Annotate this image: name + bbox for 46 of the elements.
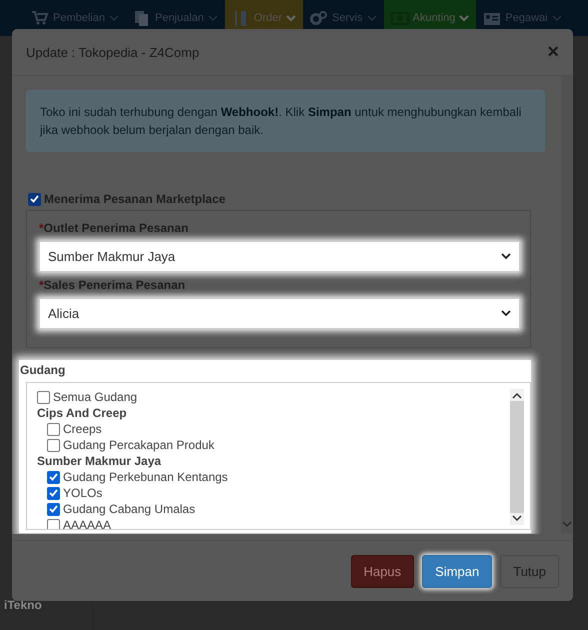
chevron-down-icon bbox=[208, 14, 218, 22]
chevron-down-icon bbox=[501, 253, 511, 260]
checkbox[interactable] bbox=[47, 422, 60, 436]
checkbox[interactable] bbox=[47, 518, 60, 529]
warehouse-option[interactable]: YOLOs bbox=[63, 486, 102, 500]
scrollbar[interactable] bbox=[510, 389, 524, 525]
chevron-down-icon bbox=[501, 310, 511, 317]
checkbox-label: Menerima Pesanan Marketplace bbox=[44, 192, 226, 206]
documents-icon bbox=[132, 10, 151, 26]
group-heading: Cips And Creep bbox=[37, 406, 127, 420]
info-alert: Toko ini sudah terhubung dengan Webhook!. Klik Simpan untuk menghubungkan kembali jika webhook belum berjalan dengan baik. bbox=[26, 90, 545, 152]
chevron-down-icon bbox=[459, 14, 470, 22]
save-button[interactable]: Simpan bbox=[422, 554, 492, 588]
delete-button[interactable]: Hapus bbox=[350, 554, 414, 588]
close-button[interactable]: Tutup bbox=[500, 554, 559, 588]
chevron-down-icon bbox=[552, 14, 562, 22]
scroll-up-icon[interactable] bbox=[512, 392, 522, 399]
group-heading: Sumber Makmur Jaya bbox=[37, 454, 162, 468]
checkbox[interactable] bbox=[47, 502, 60, 516]
checkbox[interactable] bbox=[28, 192, 41, 206]
checkbox[interactable] bbox=[47, 486, 60, 500]
warehouse-option[interactable]: Creeps bbox=[63, 422, 102, 436]
checkbox[interactable] bbox=[47, 470, 60, 484]
field-label: Sales Penerima Pesanan bbox=[44, 278, 186, 292]
close-button[interactable]: × bbox=[547, 40, 559, 64]
required-mark: * bbox=[39, 221, 44, 235]
chevron-down-icon bbox=[286, 14, 296, 22]
scroll-down-icon[interactable] bbox=[512, 515, 522, 522]
warehouse-option[interactable]: Semua Gudang bbox=[53, 390, 138, 404]
warehouse-option[interactable]: AAAAAA bbox=[63, 518, 112, 529]
chevron-down-icon bbox=[108, 14, 119, 22]
required-mark: * bbox=[39, 278, 44, 292]
warehouse-option[interactable]: Gudang Perkebunan Kentangs bbox=[63, 470, 228, 484]
gears-icon bbox=[310, 10, 328, 26]
select-field[interactable]: Sumber Makmur Jaya bbox=[39, 241, 520, 272]
store-name: iTekno bbox=[4, 598, 42, 612]
select-field[interactable]: Alicia bbox=[39, 298, 520, 329]
panel-title: Gudang bbox=[19, 362, 66, 379]
chevron-down-icon bbox=[366, 14, 377, 22]
cart-icon bbox=[31, 10, 49, 26]
checkbox[interactable] bbox=[47, 438, 60, 452]
checkbox[interactable] bbox=[37, 390, 50, 404]
field-label: Outlet Penerima Pesanan bbox=[44, 221, 188, 235]
warehouse-option[interactable]: Gudang Percakapan Produk bbox=[63, 438, 214, 452]
warehouse-option[interactable]: Gudang Cabang Umalas bbox=[63, 502, 196, 516]
modal-title: Update : Tokopedia - Z4Comp bbox=[26, 44, 200, 60]
